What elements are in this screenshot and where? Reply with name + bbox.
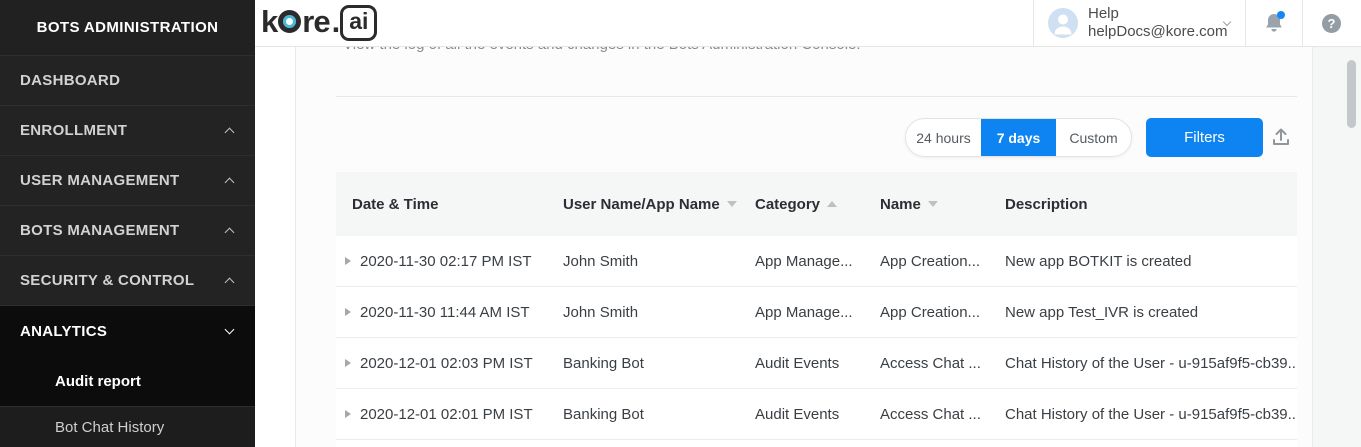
cell-description: New app BOTKIT is created: [1005, 252, 1192, 270]
cell-category: App Manage...: [755, 252, 853, 270]
logo-ai-box: ai: [340, 5, 378, 41]
notifications-button[interactable]: [1262, 11, 1286, 35]
row-expand-icon[interactable]: [345, 410, 351, 418]
sidebar-subitem-audit-report[interactable]: Audit report: [0, 356, 255, 406]
avatar-person-icon: [1048, 8, 1078, 38]
sidebar-item-analytics[interactable]: ANALYTICS: [0, 306, 255, 356]
account-email: helpDocs@kore.com: [1088, 23, 1228, 40]
partial-next-row: [336, 440, 1297, 447]
kore-ai-logo[interactable]: k re . ai: [261, 3, 378, 41]
divider: [1033, 0, 1034, 46]
cell-name: Access Chat ...: [880, 405, 981, 423]
account-name: Help: [1088, 5, 1119, 22]
cell-category: Audit Events: [755, 405, 840, 423]
export-button[interactable]: [1270, 126, 1292, 148]
cell-description: Chat History of the User - u-915af9f5-cb…: [1005, 354, 1297, 372]
column-header-description[interactable]: Description: [1005, 196, 1297, 213]
sidebar-item-enrollment[interactable]: ENROLLMENT: [0, 106, 255, 156]
notification-dot: [1277, 11, 1285, 19]
cell-datetime: 2020-11-30 11:44 AM IST: [360, 303, 530, 321]
sidebar-item-label: ANALYTICS: [20, 322, 108, 340]
chevron-up-icon: [224, 277, 235, 288]
logo-o-icon: [278, 10, 302, 34]
chevron-down-icon: [224, 324, 235, 335]
chevron-up-icon: [224, 127, 235, 138]
sidebar-item-label: ENROLLMENT: [20, 122, 128, 139]
range-7-days-button[interactable]: 7 days: [981, 119, 1056, 156]
cell-user: Banking Bot: [563, 354, 644, 372]
table-row[interactable]: 2020-11-30 11:44 AM IST John Smith App M…: [336, 287, 1297, 338]
filters-button[interactable]: Filters: [1146, 118, 1263, 157]
column-header-date-time[interactable]: Date & Time: [336, 196, 563, 213]
sidebar-title: BOTS ADMINISTRATION: [0, 0, 255, 56]
cell-user: John Smith: [563, 252, 639, 270]
cell-datetime: 2020-12-01 02:03 PM IST: [360, 354, 533, 372]
cell-user: John Smith: [563, 303, 639, 321]
section-divider: [336, 96, 1297, 97]
range-custom-button[interactable]: Custom: [1056, 119, 1131, 156]
chevron-up-icon: [224, 227, 235, 238]
vertical-scrollbar[interactable]: [1347, 60, 1356, 128]
cell-name: App Creation...: [880, 252, 981, 270]
row-expand-icon[interactable]: [345, 308, 351, 316]
sidebar-item-user-management[interactable]: USER MANAGEMENT: [0, 156, 255, 206]
column-header-category[interactable]: Category: [755, 196, 880, 213]
column-header-user-app-name[interactable]: User Name/App Name: [563, 196, 755, 213]
cell-category: Audit Events: [755, 354, 840, 372]
sort-up-icon: [827, 201, 838, 207]
cell-name: Access Chat ...: [880, 354, 981, 372]
divider: [1302, 0, 1303, 46]
cell-name: App Creation...: [880, 303, 981, 321]
cell-user: Banking Bot: [563, 405, 644, 423]
sidebar: BOTS ADMINISTRATION DASHBOARD ENROLLMENT…: [0, 0, 255, 447]
cell-datetime: 2020-11-30 02:17 PM IST: [360, 252, 532, 270]
time-range-segmented-control: 24 hours 7 days Custom: [905, 118, 1132, 157]
logo-dot: .: [331, 3, 341, 39]
sort-down-icon: [726, 201, 737, 207]
help-button[interactable]: ?: [1322, 14, 1341, 33]
question-mark-icon: ?: [1327, 16, 1336, 31]
bots-admin-console: BOTS ADMINISTRATION DASHBOARD ENROLLMENT…: [0, 0, 1361, 447]
table-row[interactable]: 2020-12-01 02:01 PM IST Banking Bot Audi…: [336, 389, 1297, 440]
audit-log-table: Date & Time User Name/App Name Category …: [336, 172, 1297, 447]
table-header-row: Date & Time User Name/App Name Category …: [336, 172, 1297, 236]
user-avatar[interactable]: [1048, 8, 1078, 38]
topbar: k re . ai Help helpDocs@kore.com ?: [255, 0, 1361, 47]
sidebar-item-security-control[interactable]: SECURITY & CONTROL: [0, 256, 255, 306]
sidebar-subitem-bot-chat-history[interactable]: Bot Chat History: [0, 406, 255, 447]
table-row[interactable]: 2020-12-01 02:03 PM IST Banking Bot Audi…: [336, 338, 1297, 389]
logo-text: re: [302, 3, 330, 39]
chevron-up-icon: [224, 177, 235, 188]
account-menu[interactable]: Help helpDocs@kore.com: [1088, 5, 1227, 41]
range-24-hours-button[interactable]: 24 hours: [906, 119, 981, 156]
row-expand-icon[interactable]: [345, 359, 351, 367]
sidebar-item-label: DASHBOARD: [20, 72, 121, 89]
sidebar-item-dashboard[interactable]: DASHBOARD: [0, 56, 255, 106]
cell-description: New app Test_IVR is created: [1005, 303, 1199, 321]
upload-icon: [1273, 128, 1289, 145]
sidebar-item-label: SECURITY & CONTROL: [20, 272, 195, 289]
sidebar-item-bots-management[interactable]: BOTS MANAGEMENT: [0, 206, 255, 256]
row-expand-icon[interactable]: [345, 257, 351, 265]
cell-description: Chat History of the User - u-915af9f5-cb…: [1005, 405, 1297, 423]
sidebar-item-label: BOTS MANAGEMENT: [20, 222, 180, 239]
cell-datetime: 2020-12-01 02:01 PM IST: [360, 405, 533, 423]
logo-text: k: [261, 3, 278, 39]
column-header-name[interactable]: Name: [880, 196, 1005, 213]
sidebar-item-label: USER MANAGEMENT: [20, 172, 180, 189]
sort-down-icon: [927, 201, 938, 207]
left-gutter: [255, 47, 296, 447]
divider: [1245, 0, 1246, 46]
cell-category: App Manage...: [755, 303, 853, 321]
table-row[interactable]: 2020-11-30 02:17 PM IST John Smith App M…: [336, 236, 1297, 287]
